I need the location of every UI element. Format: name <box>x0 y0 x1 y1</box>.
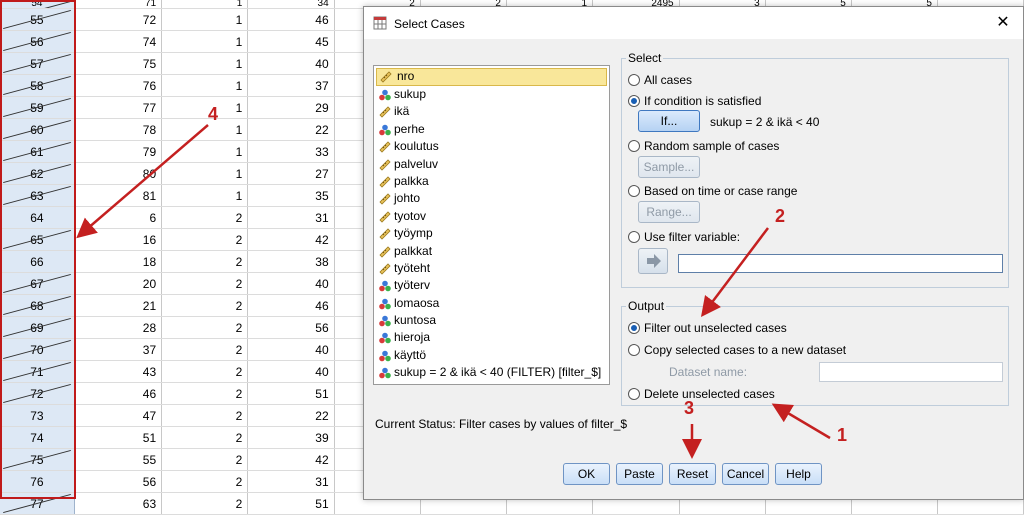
arrow-2 <box>700 227 769 317</box>
arrow-4 <box>76 124 209 239</box>
annotation-2: 2 <box>775 206 786 226</box>
annotation-arrows <box>76 124 831 459</box>
annotation-1: 1 <box>837 425 848 445</box>
annotation-3: 3 <box>684 398 695 418</box>
arrow-1 <box>771 403 831 440</box>
annotation-4: 4 <box>208 104 219 124</box>
